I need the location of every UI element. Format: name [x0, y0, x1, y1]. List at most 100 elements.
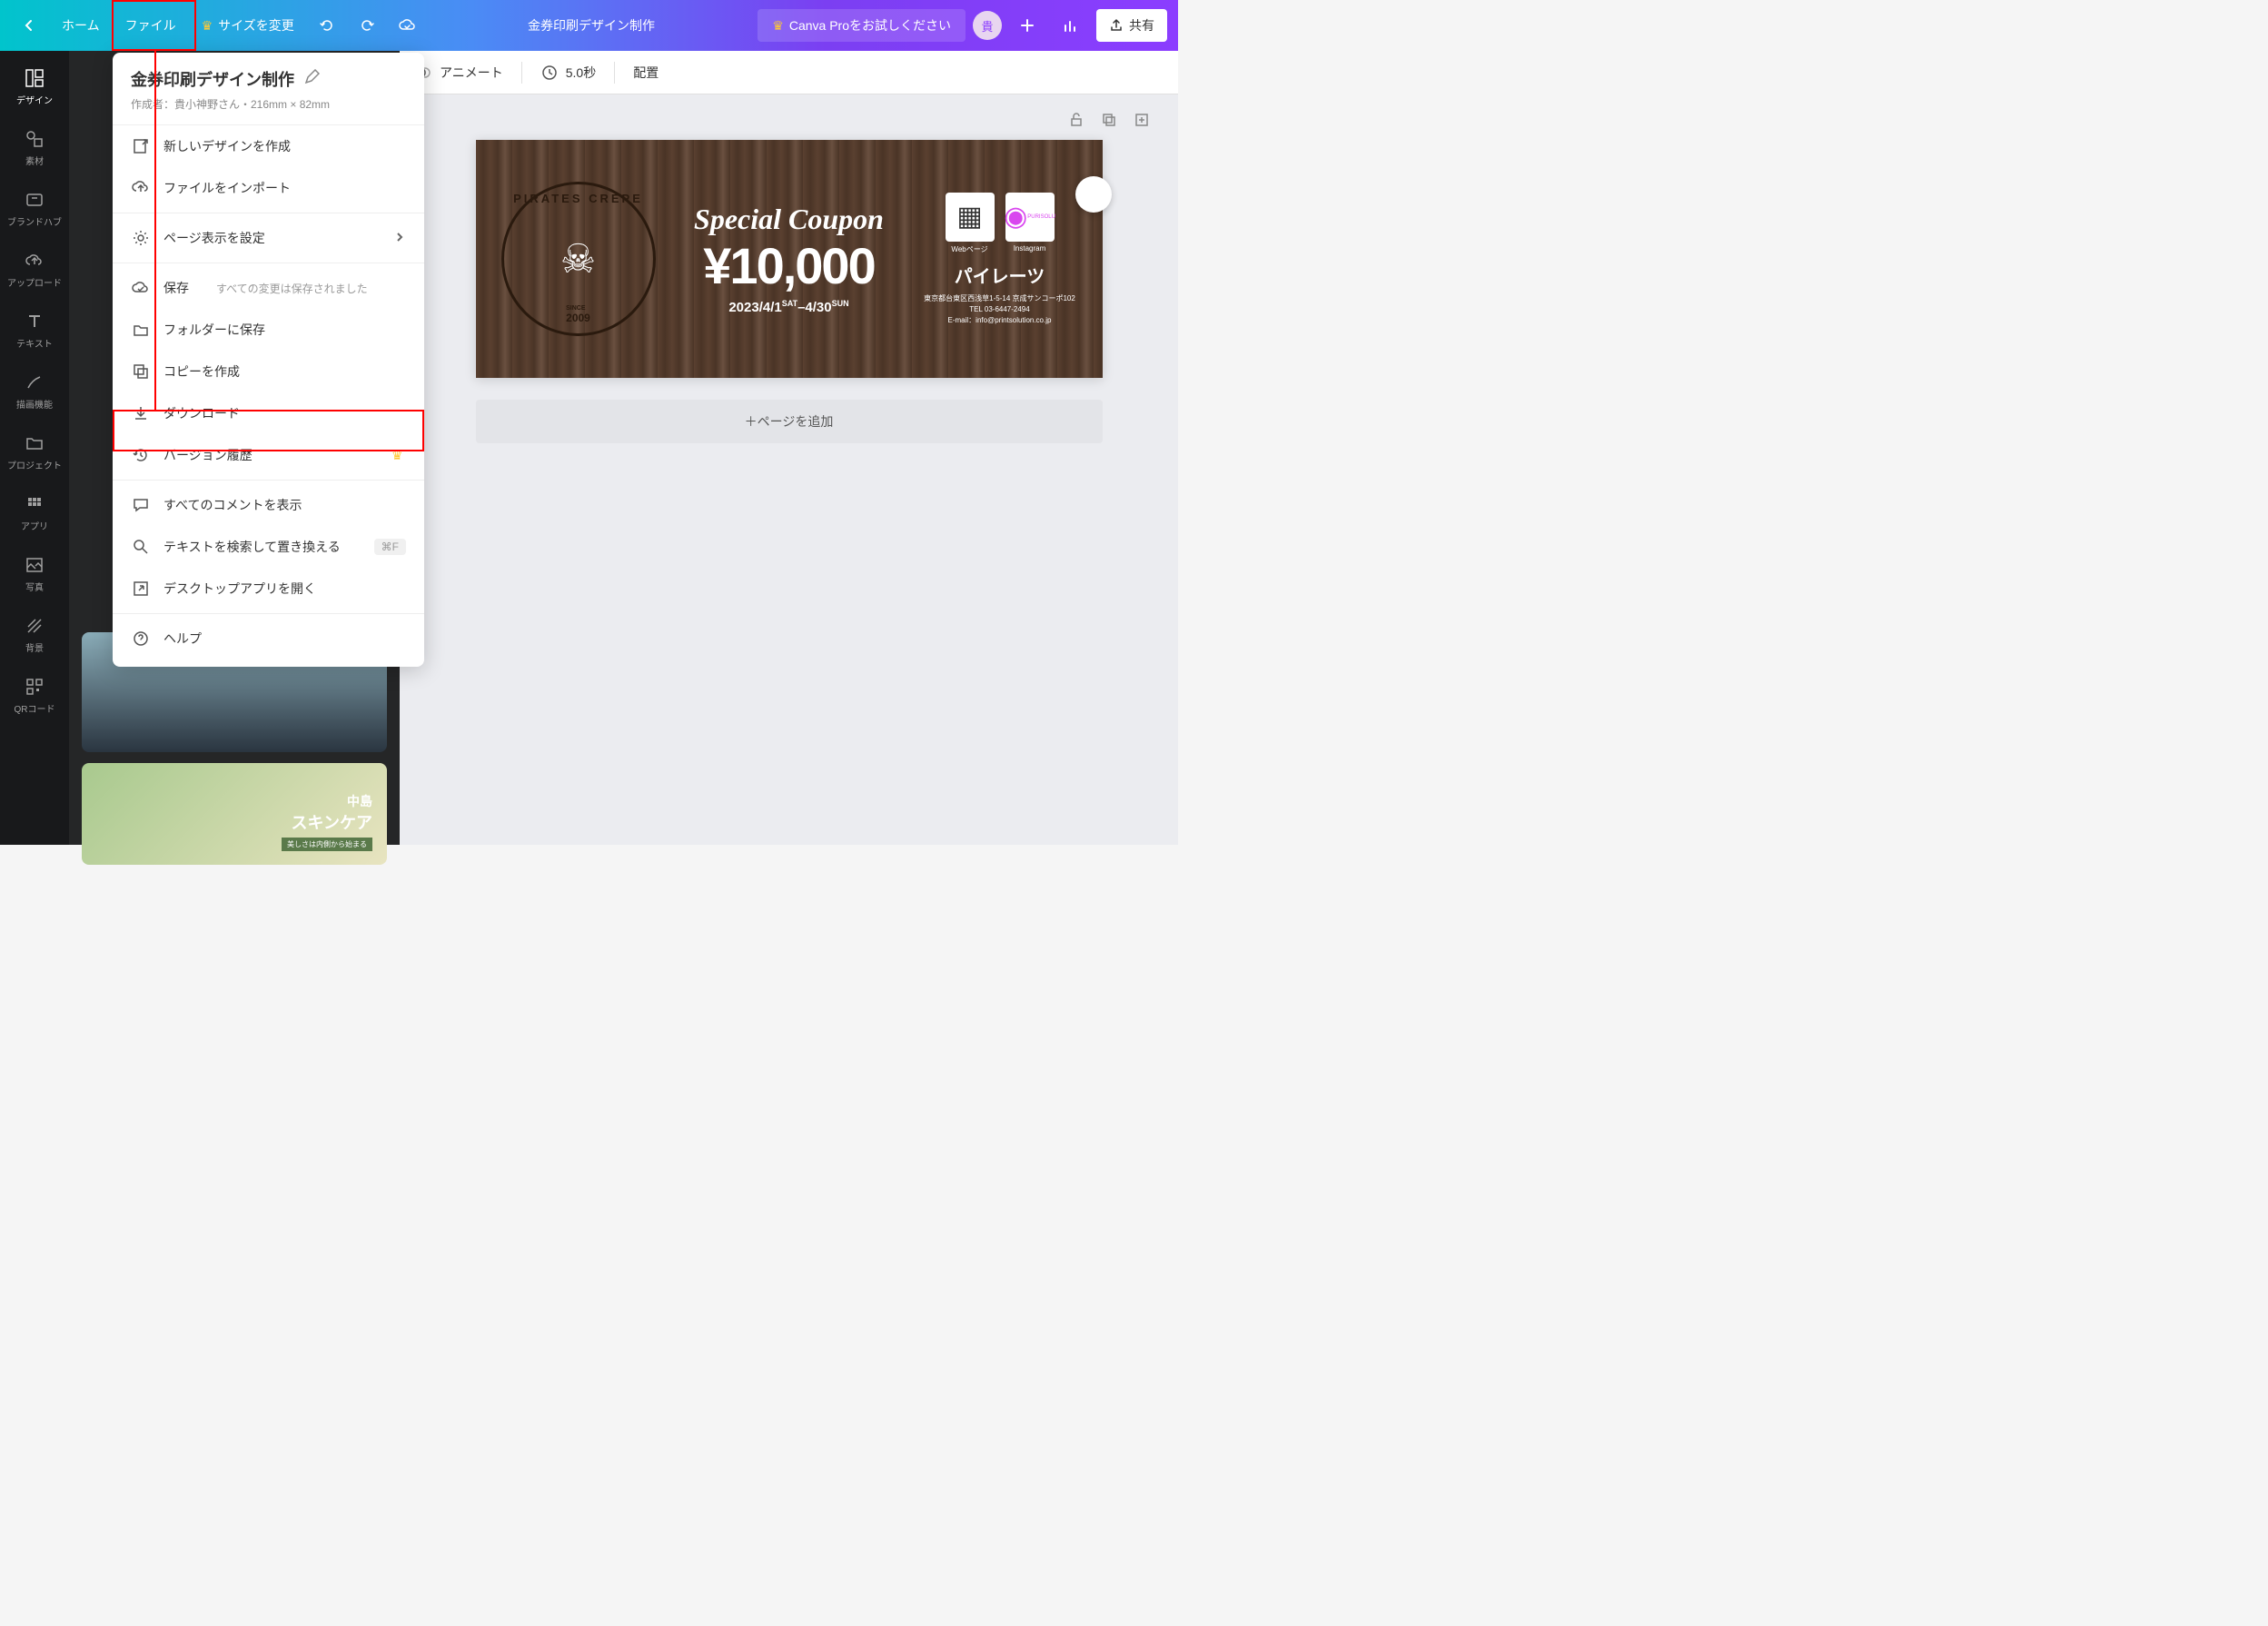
back-button[interactable] [11, 7, 47, 44]
coupon-amount: ¥10,000 [665, 236, 914, 295]
duration-label: 5.0秒 [566, 64, 596, 82]
sidebar-item-upload[interactable]: アップロード [0, 239, 69, 300]
share-label: 共有 [1129, 16, 1154, 35]
menu-label: フォルダーに保存 [163, 321, 406, 339]
skull-icon: ☠ [560, 236, 596, 283]
sidebar-label: アップロード [7, 275, 62, 289]
menu-save-folder[interactable]: フォルダーに保存 [113, 309, 424, 351]
file-menu-title: 金券印刷デザイン制作 [131, 67, 294, 91]
resize-button[interactable]: ♛サイズを変更 [191, 9, 305, 42]
file-dropdown-menu: 金券印刷デザイン制作 作成者：貴小神野さん・216mm × 82mm 新しいデザ… [113, 53, 424, 667]
coupon-dates: 2023/4/1SAT–4/30SUN [665, 299, 914, 315]
menu-help[interactable]: ヘルプ [113, 618, 424, 659]
qr-label: Instagram [1005, 244, 1055, 253]
menu-desktop-app[interactable]: デスクトップアプリを開く [113, 568, 424, 610]
redo-button[interactable] [349, 7, 385, 44]
sidebar-item-design[interactable]: デザイン [0, 56, 69, 117]
add-page-icon[interactable] [1131, 109, 1153, 131]
menu-find-replace[interactable]: テキストを検索して置き換える⌘F [113, 526, 424, 568]
regenerate-fab[interactable]: ↻ [1075, 176, 1112, 213]
menu-comments[interactable]: すべてのコメントを表示 [113, 484, 424, 526]
animate-label: アニメート [440, 64, 503, 82]
template-thumbnail[interactable]: 中島 スキンケア 美しさは内側から始まる [82, 763, 387, 865]
qr-icon [24, 676, 45, 698]
canvas-area: アニメート 5.0秒 配置 PIRATES CREPE ☠ SINCE2009 … [400, 51, 1178, 845]
menu-page-settings[interactable]: ページ表示を設定 [113, 217, 424, 259]
address-line: 東京都台東区西浅草1-5-14 京成サンコーポ102 [923, 293, 1077, 304]
cloud-sync-icon[interactable] [389, 7, 425, 44]
duplicate-icon[interactable] [1098, 109, 1120, 131]
menu-save[interactable]: 保存すべての変更は保存されました [113, 267, 424, 309]
qr-code-instagram: ◉PURISOLU [1005, 193, 1055, 242]
add-button[interactable] [1009, 7, 1045, 44]
external-link-icon [131, 579, 151, 599]
menu-label: ファイルをインポート [163, 179, 406, 197]
sidebar-item-text[interactable]: テキスト [0, 300, 69, 361]
sidebar-label: テキスト [16, 336, 53, 350]
coupon-logo: PIRATES CREPE ☠ SINCE2009 [501, 182, 656, 336]
menu-label: ダウンロード [163, 404, 406, 422]
pro-label: Canva Proをお試しください [789, 16, 951, 35]
duration-button[interactable]: 5.0秒 [540, 64, 596, 82]
coupon-center: Special Coupon ¥10,000 2023/4/1SAT–4/30S… [656, 203, 923, 315]
user-avatar[interactable]: 貴 [973, 11, 1002, 40]
file-button[interactable]: ファイル [114, 9, 187, 42]
design-canvas-page[interactable]: PIRATES CREPE ☠ SINCE2009 Special Coupon… [476, 140, 1103, 378]
animate-button[interactable]: アニメート [414, 64, 503, 82]
menu-label: 新しいデザインを作成 [163, 137, 406, 155]
chevron-right-icon [393, 231, 406, 246]
sidebar-label: 描画機能 [16, 397, 53, 411]
edit-title-icon[interactable] [303, 69, 320, 90]
special-coupon-text: Special Coupon [665, 203, 914, 236]
undo-button[interactable] [309, 7, 345, 44]
menu-import[interactable]: ファイルをインポート [113, 167, 424, 209]
arrange-button[interactable]: 配置 [633, 64, 659, 82]
sidebar-item-elements[interactable]: 素材 [0, 117, 69, 178]
menu-label: バージョン履歴 [163, 446, 379, 464]
add-page-button[interactable]: ＋ページを追加 [476, 400, 1103, 443]
menu-label: デスクトップアプリを開く [163, 580, 406, 598]
sidebar-item-projects[interactable]: プロジェクト [0, 421, 69, 482]
sidebar-label: アプリ [21, 519, 48, 532]
sidebar-label: 背景 [25, 640, 44, 654]
menu-copy[interactable]: コピーを作成 [113, 351, 424, 392]
brand-icon [24, 189, 45, 211]
menu-label: すべてのコメントを表示 [163, 496, 406, 514]
analytics-button[interactable] [1053, 7, 1089, 44]
email-line: E-mail：info@printsolution.co.jp [923, 315, 1077, 326]
sidebar-item-photos[interactable]: 写真 [0, 543, 69, 604]
sidebar-item-brandhub[interactable]: ブランドハブ [0, 178, 69, 239]
history-icon [131, 445, 151, 465]
menu-version-history[interactable]: バージョン履歴 ♛ [113, 434, 424, 476]
sidebar-label: ブランドハブ [7, 214, 62, 228]
file-menu-subtitle: 作成者：貴小神野さん・216mm × 82mm [131, 96, 406, 112]
sidebar-item-apps[interactable]: アプリ [0, 482, 69, 543]
share-button[interactable]: 共有 [1096, 9, 1167, 42]
help-icon [131, 629, 151, 649]
sidebar-label: QRコード [15, 701, 55, 715]
menu-label: ページ表示を設定 [163, 229, 381, 247]
lock-icon[interactable] [1065, 109, 1087, 131]
sidebar-item-qrcode[interactable]: QRコード [0, 665, 69, 726]
home-button[interactable]: ホーム [51, 9, 111, 42]
new-design-icon [131, 136, 151, 156]
resize-label: サイズを変更 [218, 16, 294, 35]
sidebar-item-background[interactable]: 背景 [0, 604, 69, 665]
crown-icon: ♛ [391, 448, 406, 462]
document-title[interactable]: 金券印刷デザイン制作 [432, 16, 751, 35]
background-icon [24, 615, 45, 637]
photo-icon [24, 554, 45, 576]
menu-new-design[interactable]: 新しいデザインを作成 [113, 125, 424, 167]
menu-label: 保存 [163, 279, 189, 297]
page-actions [1065, 109, 1153, 131]
brand-name: パイレーツ [923, 262, 1077, 288]
menu-download[interactable]: ダウンロード [113, 392, 424, 434]
cloud-check-icon [131, 278, 151, 298]
import-icon [131, 178, 151, 198]
comment-icon [131, 495, 151, 515]
gear-icon [131, 228, 151, 248]
top-toolbar: ホーム ファイル ♛サイズを変更 金券印刷デザイン制作 ♛Canva Proをお… [0, 0, 1178, 51]
qr-code-web: ▦ [946, 193, 995, 242]
sidebar-item-draw[interactable]: 描画機能 [0, 361, 69, 421]
try-pro-button[interactable]: ♛Canva Proをお試しください [758, 9, 966, 42]
